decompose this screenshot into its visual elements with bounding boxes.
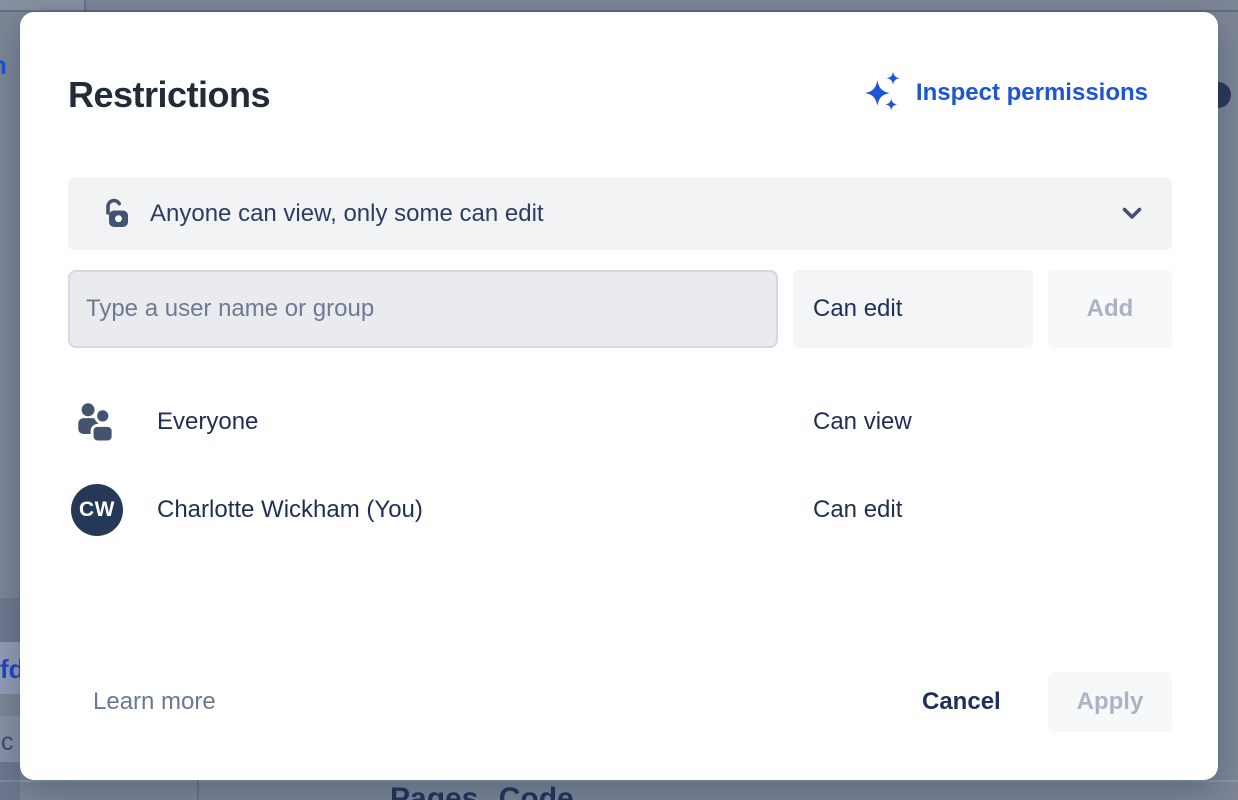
sparkles-icon bbox=[861, 69, 903, 117]
group-people-icon bbox=[74, 400, 118, 444]
principal-name: Charlotte Wickham (You) bbox=[157, 496, 423, 524]
unlock-icon bbox=[98, 196, 134, 232]
backdrop-column-divider bbox=[197, 780, 199, 800]
backdrop-band bbox=[0, 598, 20, 642]
restriction-row-user: CW Charlotte Wickham (You) Can edit bbox=[68, 482, 1172, 538]
principal-name: Everyone bbox=[157, 408, 258, 436]
apply-button[interactable]: Apply bbox=[1048, 672, 1172, 732]
backdrop-sidebar-divider bbox=[84, 0, 86, 11]
dialog-title: Restrictions bbox=[68, 74, 270, 116]
backdrop-text-fragment: n bbox=[0, 50, 7, 81]
backdrop-text-fragment: Pages Code bbox=[390, 782, 710, 800]
page-backdrop: n fd c Pages Code Restrictions Inspect p… bbox=[0, 0, 1238, 800]
add-button[interactable]: Add bbox=[1048, 270, 1172, 348]
access-level-selected-option: Anyone can view, only some can edit bbox=[150, 200, 544, 228]
inspect-permissions-label: Inspect permissions bbox=[916, 79, 1148, 107]
principal-permission[interactable]: Can view bbox=[813, 408, 912, 436]
permission-selector-button[interactable]: Can edit bbox=[793, 270, 1033, 348]
principal-permission[interactable]: Can edit bbox=[813, 496, 902, 524]
chevron-down-icon bbox=[1122, 207, 1142, 221]
user-avatar: CW bbox=[71, 484, 123, 536]
user-or-group-search-input[interactable] bbox=[68, 270, 778, 348]
inspect-permissions-link[interactable]: Inspect permissions bbox=[861, 70, 1148, 116]
cancel-button[interactable]: Cancel bbox=[922, 688, 1001, 716]
access-level-dropdown[interactable]: Anyone can view, only some can edit bbox=[68, 178, 1172, 250]
learn-more-link[interactable]: Learn more bbox=[93, 688, 216, 716]
restriction-row-everyone: Everyone Can view bbox=[68, 396, 1172, 448]
restrictions-dialog: Restrictions Inspect permissions Anyone … bbox=[20, 12, 1218, 780]
backdrop-text-fragment: c bbox=[1, 728, 14, 757]
